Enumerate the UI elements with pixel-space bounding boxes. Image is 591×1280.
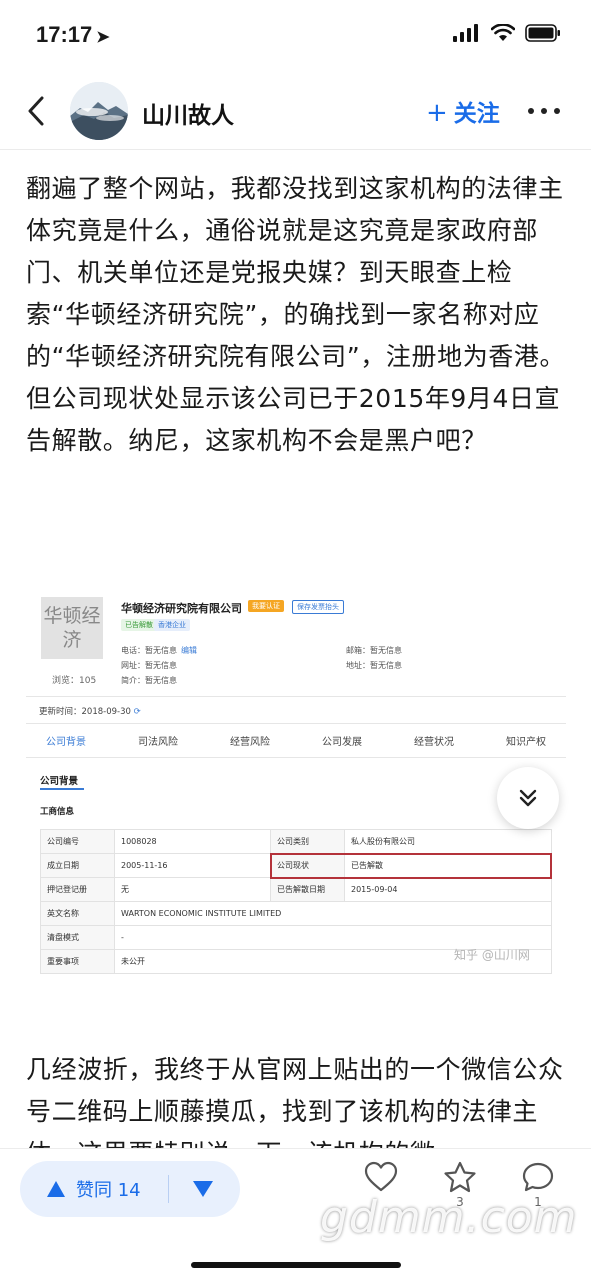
divider [26,723,566,724]
region-badge: 香港企业 [154,619,190,631]
tab-operation-risk: 经营风险 [230,737,270,748]
comment-bubble-icon [522,1162,554,1192]
status-badge: 已告解散 [121,619,157,631]
double-chevron-down-icon [519,789,537,807]
intro-info: 简介：暂无信息 [121,676,177,685]
claim-tag: 我要认证 [248,600,284,612]
update-time: 更新时间：2018-09-30 ⟳ [39,707,141,717]
company-name: 华顿经济研究院有限公司 [121,602,242,615]
table-row: 公司编号 1008028 公司类别 私人股份有限公司 [40,829,553,854]
divider [26,757,566,758]
cellular-signal-icon [453,24,478,42]
follow-button[interactable]: + 关注 [426,94,500,128]
article-paragraph: 翻遍了整个网站，我都没找到这家机构的法律主体究竟是什么，通俗说就是这究竟是家政府… [26,174,566,455]
like-button[interactable] [364,1161,398,1195]
section-title: 公司背景 [40,776,79,787]
email-info: 邮箱：暂无信息 [346,646,402,655]
refresh-icon: ⟳ [133,707,141,717]
highlight-box [270,853,552,879]
author-avatar[interactable] [70,82,128,140]
vote-separator [168,1175,169,1203]
tab-legal-risk: 司法风险 [138,737,178,748]
plus-icon: + [426,98,448,128]
upvote-label: 赞同 14 [76,1180,141,1201]
status-bar: 17:17 ➤ [0,0,591,72]
wifi-icon [491,24,515,41]
section-underline [40,788,84,790]
invoice-tag: 保存发票抬头 [292,600,344,614]
clock-text: 17:17 [36,22,93,47]
company-logo: 华顿经济 [41,597,103,659]
follow-label: 关注 [453,101,500,127]
battery-icon [525,24,560,42]
status-time: 17:17 ➤ [36,22,110,48]
star-icon [444,1161,476,1193]
tab-background: 公司背景 [46,737,86,748]
tab-business-status: 经营状况 [414,737,454,748]
phone-info: 电话：暂无信息 编辑 [121,646,197,655]
tab-development: 公司发展 [322,737,362,748]
vote-pill: 赞同 14 [20,1161,240,1217]
back-arrow-icon[interactable] [22,94,52,128]
embed-tabs: 公司背景 司法风险 经营风险 公司发展 经营状况 知识产权 [26,733,566,748]
address-info: 地址：暂无信息 [346,661,402,670]
company-logo-text: 华顿经济 [43,605,101,651]
view-count: 浏览：105 [52,676,97,686]
zhihu-watermark: 知乎 @山川网 [454,948,530,962]
scroll-down-button[interactable] [497,767,559,829]
sub-title: 工商信息 [40,807,75,817]
tab-ip: 知识产权 [506,737,546,748]
triangle-down-icon [193,1181,213,1197]
heart-icon [364,1161,398,1192]
status-icons [453,24,561,42]
author-name[interactable]: 山川故人 [142,96,234,130]
site-watermark: gdmm.com [320,1192,578,1243]
home-indicator [191,1262,401,1268]
mountain-landscape-icon [70,82,128,140]
website-info: 网址：暂无信息 [121,661,177,670]
embedded-company-screenshot[interactable]: 华顿经济 浏览：105 华顿经济研究院有限公司 我要认证 保存发票抬头 已告解散… [26,585,566,980]
downvote-button[interactable] [192,1179,214,1203]
edit-link: 编辑 [181,646,197,655]
table-row: 英文名称 WARTON ECONOMIC INSTITUTE LIMITED [40,901,552,926]
more-options-icon[interactable] [528,108,560,114]
location-arrow-icon: ➤ [96,29,110,46]
divider [26,696,566,697]
nav-bar: 山川故人 + 关注 [0,72,591,150]
triangle-up-icon [47,1181,65,1197]
table-row: 押记登记册无 已告解散日期 2015-09-04 [40,877,553,902]
upvote-button[interactable]: 赞同 14 [46,1176,141,1202]
